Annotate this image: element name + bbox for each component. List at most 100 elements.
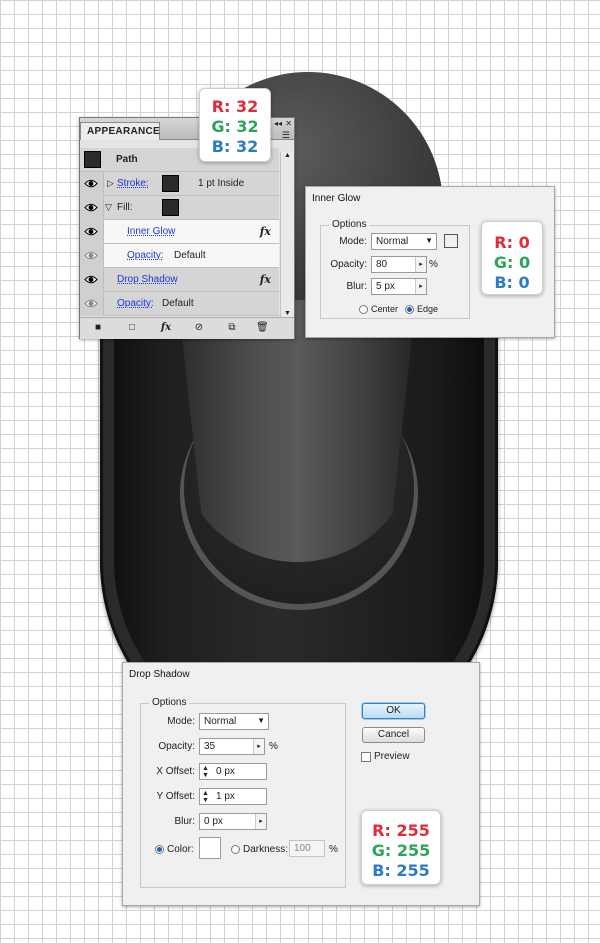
darkness-field[interactable]: 100 bbox=[289, 840, 325, 857]
glow-color-card: R: 0 G: 0 B: 0 bbox=[481, 221, 543, 295]
blur-value: 0 px bbox=[204, 816, 223, 827]
shadow-color-card: R: 255 G: 255 B: 255 bbox=[361, 810, 441, 885]
collapse-triangle-icon[interactable]: ▽ bbox=[105, 202, 112, 213]
preview-label: Preview bbox=[374, 751, 410, 762]
inner-glow-row[interactable]: Inner Glow fx bbox=[80, 220, 279, 244]
red-value: R: 255 bbox=[372, 821, 430, 840]
scroll-down-icon[interactable]: ▼ bbox=[284, 310, 291, 317]
edge-label: Edge bbox=[417, 304, 439, 314]
fill-row[interactable]: ▽ Fill: bbox=[80, 196, 279, 220]
panel-footer: ■ □ fx ⊘ ⧉ 🗑 bbox=[80, 317, 294, 339]
fill-opacity-row[interactable]: Opacity: Default bbox=[80, 244, 279, 268]
y-offset-value: 1 px bbox=[216, 791, 235, 802]
opacity-field[interactable]: 80 ▸ bbox=[371, 256, 427, 273]
x-offset-field[interactable]: ▲ ▼ 0 px bbox=[199, 763, 267, 780]
mode-select[interactable]: Normal ▼ bbox=[199, 713, 269, 730]
darkness-radio[interactable] bbox=[231, 845, 240, 854]
collapse-icon[interactable]: ◂◂ bbox=[274, 119, 282, 128]
blue-value: B: 255 bbox=[372, 861, 430, 880]
opacity-label: Opacity: bbox=[330, 259, 367, 270]
eye-icon[interactable] bbox=[84, 273, 98, 286]
blur-field[interactable]: 0 px ▸ bbox=[199, 813, 267, 830]
fill-swatch[interactable] bbox=[162, 199, 179, 216]
eye-icon[interactable] bbox=[84, 249, 98, 262]
object-opacity-row[interactable]: Opacity: Default bbox=[80, 292, 279, 316]
blur-label: Blur: bbox=[346, 281, 367, 292]
stepper-arrow-icon[interactable]: ▸ bbox=[253, 739, 264, 754]
duplicate-item-icon[interactable]: ⧉ bbox=[226, 322, 238, 334]
add-effect-fx-icon[interactable]: fx bbox=[160, 322, 172, 334]
drop-shadow-row[interactable]: Drop Shadow fx bbox=[80, 268, 279, 292]
options-legend: Options bbox=[329, 219, 370, 230]
stroke-value: 1 pt Inside bbox=[198, 178, 245, 189]
ok-button[interactable]: OK bbox=[362, 703, 425, 719]
eye-icon[interactable] bbox=[84, 225, 98, 238]
blur-value: 5 px bbox=[376, 281, 395, 292]
mode-label: Mode: bbox=[339, 236, 367, 247]
blur-label: Blur: bbox=[174, 816, 195, 827]
stroke-link[interactable]: Stroke: bbox=[117, 178, 149, 189]
spin-updown-icon[interactable]: ▲ ▼ bbox=[202, 790, 209, 804]
fx-icon[interactable]: fx bbox=[260, 273, 271, 286]
x-offset-value: 0 px bbox=[216, 766, 235, 777]
shadow-color-swatch[interactable] bbox=[199, 837, 221, 859]
stepper-arrow-icon[interactable]: ▸ bbox=[415, 279, 426, 294]
drop-shadow-dialog: Drop Shadow Options Mode: Normal ▼ Opaci… bbox=[122, 662, 480, 906]
inner-glow-link[interactable]: Inner Glow bbox=[127, 226, 175, 237]
mode-label: Mode: bbox=[167, 716, 195, 727]
opacity-unit: % bbox=[269, 741, 278, 752]
dialog-title: Inner Glow bbox=[312, 193, 361, 204]
mode-value: Normal bbox=[376, 236, 409, 247]
glow-color-swatch[interactable] bbox=[444, 234, 458, 248]
dropdown-arrow-icon: ▼ bbox=[257, 716, 265, 725]
stroke-swatch[interactable] bbox=[162, 175, 179, 192]
panel-scrollbar[interactable]: ▲ ▼ bbox=[280, 152, 294, 317]
stepper-arrow-icon[interactable]: ▸ bbox=[415, 257, 426, 272]
stroke-row[interactable]: ▷ Stroke: 1 pt Inside bbox=[80, 172, 279, 196]
opacity-value: 80 bbox=[376, 259, 388, 270]
center-radio[interactable] bbox=[359, 305, 368, 314]
y-offset-field[interactable]: ▲ ▼ 1 px bbox=[199, 788, 267, 805]
panel-menu-icon[interactable]: ☰ bbox=[282, 130, 290, 141]
mode-select[interactable]: Normal ▼ bbox=[371, 233, 437, 250]
x-offset-label: X Offset: bbox=[156, 766, 195, 777]
blue-value: B: 32 bbox=[211, 137, 259, 156]
dropdown-arrow-icon: ▼ bbox=[425, 236, 433, 245]
fx-icon[interactable]: fx bbox=[260, 225, 271, 238]
spin-updown-icon[interactable]: ▲ ▼ bbox=[202, 765, 209, 779]
options-group: Options Mode: Normal ▼ Opacity: 35 ▸ % X… bbox=[140, 697, 346, 888]
expand-triangle-icon[interactable]: ▷ bbox=[107, 178, 114, 189]
eye-icon[interactable] bbox=[84, 297, 98, 310]
y-offset-label: Y Offset: bbox=[156, 791, 195, 802]
opacity-value: 35 bbox=[204, 741, 216, 752]
clear-appearance-icon[interactable]: ⊘ bbox=[193, 322, 205, 334]
center-label: Center bbox=[371, 304, 399, 314]
edge-radio[interactable] bbox=[405, 305, 414, 314]
scroll-up-icon[interactable]: ▲ bbox=[284, 152, 291, 159]
blur-field[interactable]: 5 px ▸ bbox=[371, 278, 427, 295]
red-value: R: 0 bbox=[494, 233, 530, 252]
add-new-fill-icon[interactable]: □ bbox=[126, 322, 138, 334]
eye-icon[interactable] bbox=[84, 201, 98, 214]
opacity-field[interactable]: 35 ▸ bbox=[199, 738, 265, 755]
fill-label: Fill: bbox=[117, 202, 133, 213]
preview-checkbox[interactable] bbox=[361, 752, 371, 762]
stepper-arrow-icon[interactable]: ▸ bbox=[255, 814, 266, 829]
color-radio[interactable] bbox=[155, 845, 164, 854]
artwork-pipe bbox=[178, 300, 416, 562]
path-label: Path bbox=[116, 154, 138, 165]
fill-opacity-link[interactable]: Opacity: bbox=[127, 250, 164, 261]
cancel-button[interactable]: Cancel bbox=[362, 727, 425, 743]
fill-opacity-value: Default bbox=[174, 250, 206, 261]
drop-shadow-link[interactable]: Drop Shadow bbox=[117, 274, 178, 285]
add-new-stroke-icon[interactable]: ■ bbox=[92, 322, 104, 334]
eye-icon[interactable] bbox=[84, 177, 98, 190]
delete-item-icon[interactable]: 🗑 bbox=[256, 322, 269, 334]
object-opacity-link[interactable]: Opacity: bbox=[117, 298, 154, 309]
tab-appearance[interactable]: APPEARANCE bbox=[80, 122, 160, 140]
opacity-unit: % bbox=[429, 259, 438, 270]
options-legend: Options bbox=[149, 697, 190, 708]
green-value: G: 0 bbox=[493, 253, 531, 272]
path-swatch bbox=[84, 151, 101, 168]
close-icon[interactable]: ✕ bbox=[285, 119, 292, 128]
